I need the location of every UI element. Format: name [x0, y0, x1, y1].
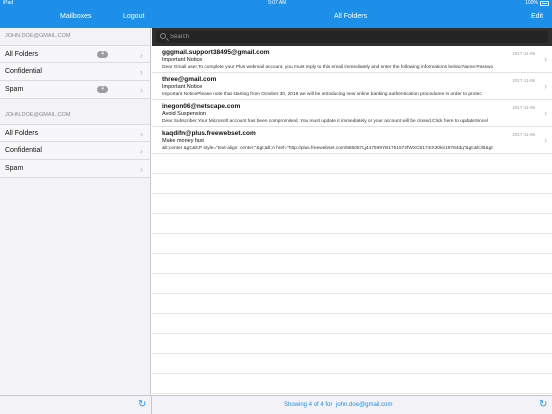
- search-input[interactable]: [170, 32, 540, 42]
- chevron-right-icon: ›: [544, 54, 547, 64]
- search-field[interactable]: [156, 31, 548, 43]
- sidebar-item-label: Spam: [5, 86, 24, 93]
- sidebar-item-all-folders[interactable]: All Folders 4 ›: [0, 45, 150, 63]
- message-date: 2017-11-06: [512, 51, 535, 56]
- logout-button[interactable]: Logout: [123, 13, 144, 20]
- refresh-icon[interactable]: ↻: [138, 399, 146, 410]
- sidebar-item-label: Spam: [5, 165, 24, 172]
- search-icon: [160, 33, 166, 39]
- message-list-toolbar: Showing 4 of 4 for john.doe@gmail.com ↻: [152, 395, 552, 414]
- mailbox-sidebar: JOHN.DOE@GMAIL.COM All Folders 4 › Confi…: [0, 28, 151, 395]
- chevron-right-icon: ›: [140, 85, 143, 95]
- chevron-right-icon: ›: [140, 50, 143, 60]
- message-subject: Important Notice: [162, 84, 203, 90]
- empty-row: [152, 314, 552, 334]
- empty-row: [152, 154, 552, 174]
- chevron-right-icon: ›: [140, 67, 143, 77]
- sidebar-item-label: Confidential: [5, 68, 42, 75]
- sidebar-item-label: Confidential: [5, 147, 42, 154]
- message-date: 2017-11-06: [512, 105, 535, 110]
- refresh-icon[interactable]: ↻: [539, 399, 547, 410]
- chevron-right-icon: ›: [140, 129, 143, 139]
- folder-title: All Folders: [334, 13, 368, 20]
- message-date: 2017-11-06: [512, 132, 535, 137]
- empty-row: [152, 294, 552, 314]
- message-preview: Dear Gmail user,To complete your Plus we…: [162, 65, 494, 70]
- empty-row: [152, 214, 552, 234]
- unread-badge: 4: [97, 86, 108, 93]
- sidebar-item-spam[interactable]: Spam 4 ›: [0, 81, 150, 99]
- message-preview: Dear Subscriber,Your Microsoft account h…: [162, 119, 488, 124]
- empty-row: [152, 254, 552, 274]
- message-subject: Important Notice: [162, 57, 203, 63]
- message-row[interactable]: three@gmail.com Important Notice Importa…: [152, 73, 552, 100]
- chevron-right-icon: ›: [140, 164, 143, 174]
- edit-button[interactable]: Edit: [531, 13, 543, 20]
- status-text: Showing 4 of 4 for: [284, 402, 333, 408]
- search-bar: [152, 28, 552, 46]
- empty-row: [152, 274, 552, 294]
- status-bar: iPad 9:07 AM 100%: [0, 0, 552, 7]
- message-row[interactable]: inegon06@netscape.com Avoid Suspension D…: [152, 100, 552, 127]
- empty-row: [152, 374, 552, 394]
- message-sender: kaqdifn@plus.freewebset.com: [162, 130, 256, 137]
- sidebar-toolbar: ↻: [0, 395, 152, 414]
- empty-row: [152, 194, 552, 214]
- message-date: 2017-11-06: [512, 78, 535, 83]
- message-row[interactable]: gggmail.support38495@gmail.com Important…: [152, 46, 552, 73]
- message-list: gggmail.support38495@gmail.com Important…: [152, 46, 552, 395]
- chevron-right-icon: ›: [544, 135, 547, 145]
- sidebar-item-label: All Folders: [5, 130, 39, 137]
- message-count-status: Showing 4 of 4 for john.doe@gmail.com: [284, 402, 393, 408]
- empty-row: [152, 354, 552, 374]
- sidebar-item-confidential[interactable]: Confidential ›: [0, 142, 150, 160]
- unread-badge: 4: [97, 51, 108, 58]
- chevron-right-icon: ›: [140, 146, 143, 156]
- empty-row: [152, 234, 552, 254]
- sidebar-item-all-folders[interactable]: All Folders ›: [0, 124, 150, 142]
- account-header: JOHN.DOE@GMAIL.COM: [5, 33, 71, 39]
- message-sender: three@gmail.com: [162, 76, 217, 83]
- battery-percent: 100%: [525, 0, 538, 6]
- account-email-link[interactable]: john.doe@gmail.com: [336, 402, 392, 408]
- message-subject: Avoid Suspension: [162, 111, 206, 117]
- empty-row: [152, 334, 552, 354]
- empty-row: [152, 174, 552, 194]
- carrier-label: iPad: [3, 0, 14, 6]
- chevron-right-icon: ›: [544, 108, 547, 118]
- sidebar-item-confidential[interactable]: Confidential ›: [0, 63, 150, 81]
- message-preview: &lt;center &gt;&lt;P style="text-align: …: [162, 146, 493, 151]
- battery-icon: [540, 1, 549, 6]
- message-sender: inegon06@netscape.com: [162, 103, 241, 110]
- message-row[interactable]: kaqdifn@plus.freewebset.com Make money f…: [152, 127, 552, 154]
- navigation-bar: Mailboxes Logout All Folders Edit: [0, 7, 552, 28]
- clock: 9:07 AM: [268, 0, 287, 6]
- message-preview: Important NoticePlease note that startin…: [162, 92, 482, 97]
- sidebar-item-label: All Folders: [5, 51, 39, 58]
- message-sender: gggmail.support38495@gmail.com: [162, 49, 270, 56]
- account-header: JOHN.DOE@GMAIL.COM: [5, 112, 71, 118]
- mailboxes-title: Mailboxes: [60, 13, 92, 20]
- chevron-right-icon: ›: [544, 81, 547, 91]
- sidebar-item-spam[interactable]: Spam ›: [0, 160, 150, 178]
- message-subject: Make money fast: [162, 138, 204, 144]
